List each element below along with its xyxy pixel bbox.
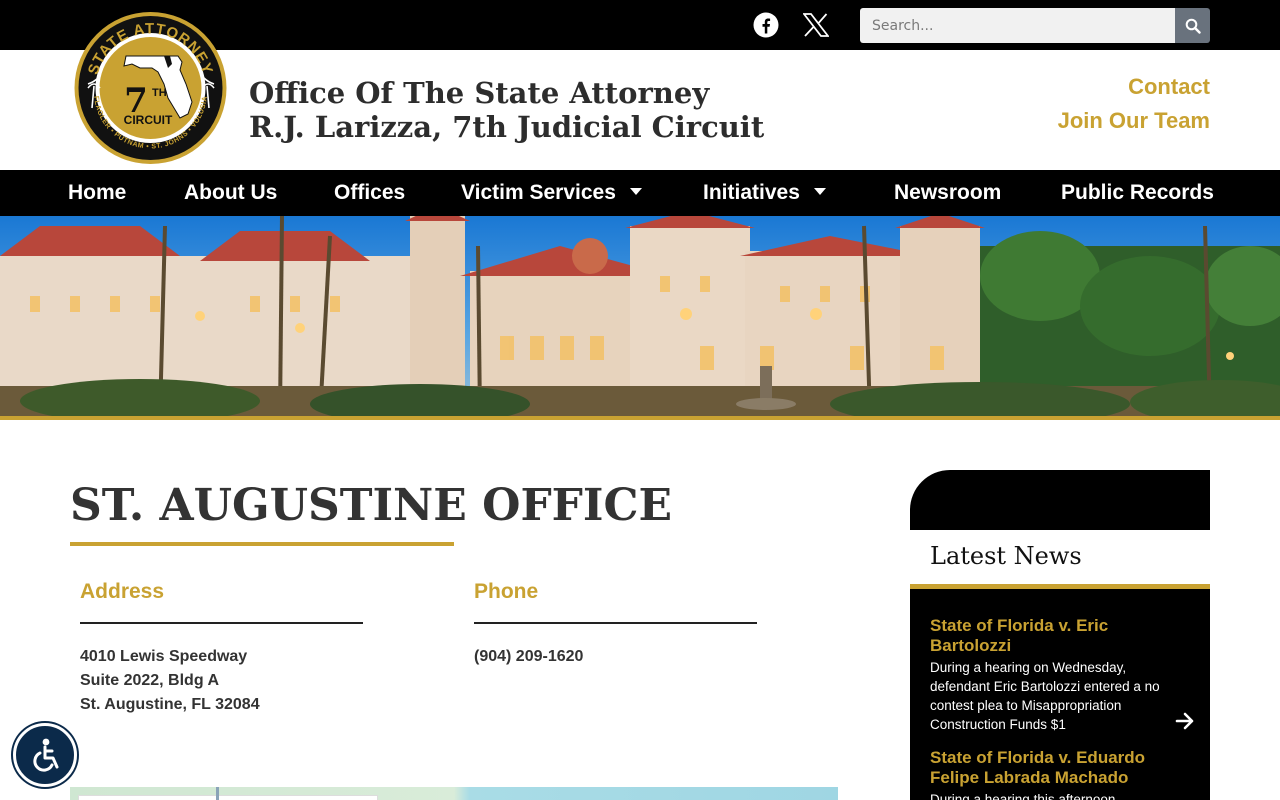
state-attorney-seal-logo[interactable]: STATE ATTORNEY FLAGLER • PUTNAM • ST. JO… xyxy=(74,10,227,166)
x-twitter-icon[interactable] xyxy=(801,10,831,40)
phone-heading: Phone xyxy=(474,580,539,603)
nav-offices[interactable]: Offices xyxy=(334,170,405,216)
phone-divider xyxy=(474,622,757,624)
nav-home-label: Home xyxy=(68,181,127,204)
nav-victim-services-label: Victim Services xyxy=(461,181,616,204)
join-our-team-link[interactable]: Join Our Team xyxy=(1058,108,1210,134)
nav-initiatives[interactable]: Initiatives xyxy=(703,170,826,216)
svg-text:TH: TH xyxy=(152,87,167,99)
office-map[interactable] xyxy=(70,787,838,800)
nav-public-records-label: Public Records xyxy=(1061,181,1214,204)
hero-banner-image xyxy=(0,216,1280,416)
search-button[interactable] xyxy=(1175,8,1210,43)
news-item[interactable]: State of Florida v. Eduardo Felipe Labra… xyxy=(930,748,1170,800)
office-title: Office Of The State Attorney R.J. Larizz… xyxy=(249,76,764,144)
search-form xyxy=(860,8,1210,43)
phone-number[interactable]: (904) 209-1620 xyxy=(474,645,583,669)
nav-newsroom[interactable]: Newsroom xyxy=(894,170,1001,216)
address-line2: Suite 2022, Bldg A xyxy=(80,672,219,689)
office-title-line1: Office Of The State Attorney xyxy=(249,76,710,110)
office-title-line2: R.J. Larizza, 7th Judicial Circuit xyxy=(249,110,765,144)
contact-link[interactable]: Contact xyxy=(1128,74,1210,100)
address-line1: 4010 Lewis Speedway xyxy=(80,648,248,665)
nav-victim-services[interactable]: Victim Services xyxy=(461,170,642,216)
news-item-excerpt: During a hearing on Wednesday, defendant… xyxy=(930,660,1160,732)
news-item-title[interactable]: State of Florida v. Eduardo Felipe Labra… xyxy=(930,748,1170,788)
address-block: 4010 Lewis Speedway Suite 2022, Bldg A S… xyxy=(80,645,260,717)
address-heading: Address xyxy=(80,580,165,603)
address-divider xyxy=(80,622,363,624)
main-navigation: Home About Us Offices Victim Services In… xyxy=(0,170,1280,216)
nav-newsroom-label: Newsroom xyxy=(894,181,1002,204)
accessibility-icon xyxy=(33,738,59,772)
facebook-icon[interactable] xyxy=(751,10,781,40)
accessibility-button[interactable] xyxy=(13,723,77,787)
nav-home[interactable]: Home xyxy=(68,170,126,216)
search-icon xyxy=(1185,18,1201,34)
address-line3: St. Augustine, FL 32084 xyxy=(80,696,260,713)
nav-initiatives-label: Initiatives xyxy=(703,181,800,204)
chevron-down-icon xyxy=(813,187,826,195)
map-road xyxy=(216,787,219,800)
nav-public-records[interactable]: Public Records xyxy=(1061,170,1214,216)
search-input[interactable] xyxy=(860,8,1175,43)
nav-offices-label: Offices xyxy=(334,181,406,204)
hero-divider xyxy=(0,416,1280,420)
latest-news-title: Latest News xyxy=(930,542,1082,570)
svg-text:CIRCUIT: CIRCUIT xyxy=(124,113,173,127)
latest-news-carousel: State of Florida v. Eric Bartolozzi Duri… xyxy=(910,589,1210,800)
sidebar-header-block xyxy=(910,470,1210,530)
news-item[interactable]: State of Florida v. Eric Bartolozzi Duri… xyxy=(930,616,1170,734)
news-item-title[interactable]: State of Florida v. Eric Bartolozzi xyxy=(930,616,1170,656)
arrow-right-icon[interactable] xyxy=(1174,710,1196,732)
page-title: ST. AUGUSTINE OFFICE xyxy=(70,480,673,531)
chevron-down-icon xyxy=(629,187,642,195)
map-info-box xyxy=(78,795,378,800)
nav-about-us[interactable]: About Us xyxy=(184,170,277,216)
title-underline xyxy=(70,542,454,546)
nav-about-us-label: About Us xyxy=(184,181,278,204)
news-item-excerpt: During a hearing this afternoon, xyxy=(930,792,1120,800)
